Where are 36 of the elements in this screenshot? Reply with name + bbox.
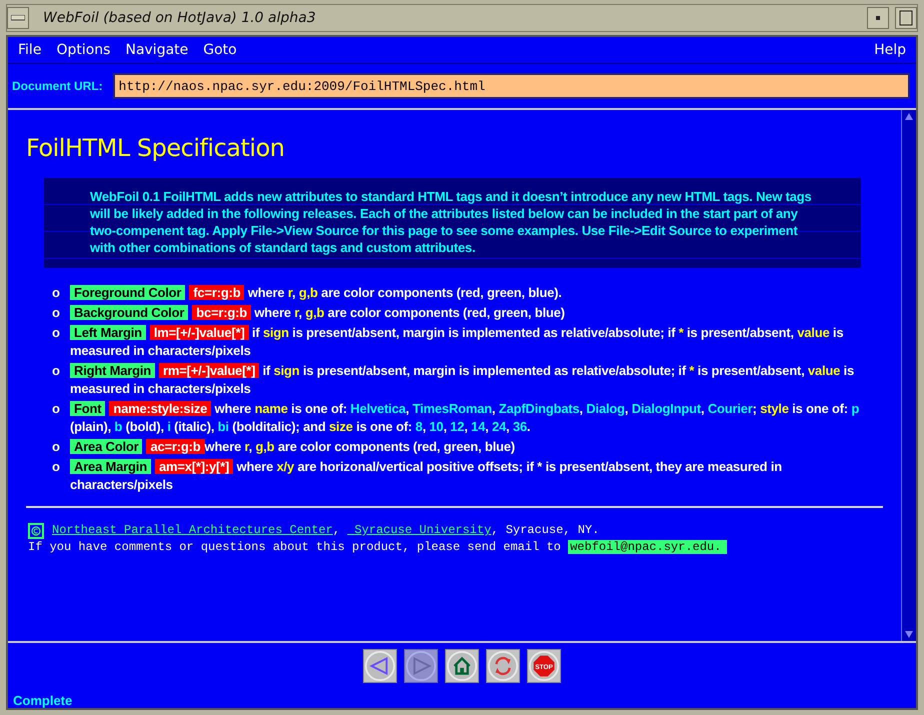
credit-line: Northeast Parallel Architectures Center, Syracuse University, Syracuse, NY. — [52, 522, 600, 539]
menu-item[interactable]: File — [18, 42, 42, 58]
bullet: o — [52, 324, 60, 342]
url-label: Document URL: — [12, 79, 103, 93]
help-menu[interactable]: Help — [874, 42, 906, 58]
status-text: Complete — [12, 692, 74, 708]
bar-icon — [11, 15, 25, 21]
menu-item[interactable]: Goto — [203, 42, 237, 58]
menu-item[interactable]: Navigate — [125, 42, 188, 58]
bullet: o — [52, 284, 60, 302]
home-button[interactable] — [445, 649, 479, 683]
bullet: o — [52, 438, 60, 456]
minimize-button[interactable] — [867, 7, 889, 29]
attribute-description: Area Margin am=x[*]:y[*] where x/y are horizonal/vertical positive offsets; if * is present/absent, they are measured in characters/pixels — [70, 458, 783, 494]
attribute-description: Font name:style:size where name is one of: Helvetica, TimesRoman, ZapfDingbats, Dialog, DialogInput, Courier; style is one of: p (plain), b (bold), i (italic), bi (bolditalic); and size is one of: 8, 10, 12, 14, 24, 36. — [70, 400, 860, 436]
menu-item[interactable]: Options — [56, 42, 110, 58]
attribute-description: Background Color bc=r:g:b where r, g,b are color components (red, green, blue) — [70, 304, 565, 322]
email-link[interactable]: webfoil@npac.syr.edu. — [568, 540, 728, 554]
maximize-button[interactable] — [895, 7, 917, 29]
copyright-icon — [28, 522, 44, 538]
bullet: o — [52, 400, 60, 418]
bullet: o — [52, 458, 60, 476]
url-field[interactable]: http://naos.npac.syr.edu:2009/FoilHTMLSpec.html — [112, 73, 910, 99]
reload-button[interactable] — [486, 649, 520, 683]
contact-line: If you have comments or questions about this product, please send email to webfoil@npac.syr.edu. — [28, 539, 883, 556]
window-menu-button[interactable] — [7, 7, 29, 29]
footer-link[interactable]: Syracuse University — [347, 523, 492, 537]
back-button[interactable] — [363, 649, 397, 683]
footer-link[interactable]: Northeast Parallel Architectures Center — [52, 523, 333, 537]
intro-paragraph: WebFoil 0.1 FoilHTML adds new attributes to standard HTML tags and it doesn’t introduce any new HTML tags. New tags will be likely added in the following releases. Each of the attributes listed below can be included in the start part of any two-compenent tag. Apply File->View Source for this page to see some examples. Use File->Edit Source to experiment with other combinations of standard tags and custom attributes. — [44, 178, 861, 268]
page-heading: FoilHTML Specification — [26, 134, 286, 162]
bullet: o — [52, 362, 60, 380]
window-title: WebFoil (based on HotJava) 1.0 alpha3 — [42, 10, 317, 26]
bullet: o — [52, 304, 60, 322]
attribute-description: Foreground Color fc=r:g:b where r, g,b are color components (red, green, blue). — [70, 284, 562, 302]
scrollbar[interactable] — [901, 110, 916, 641]
